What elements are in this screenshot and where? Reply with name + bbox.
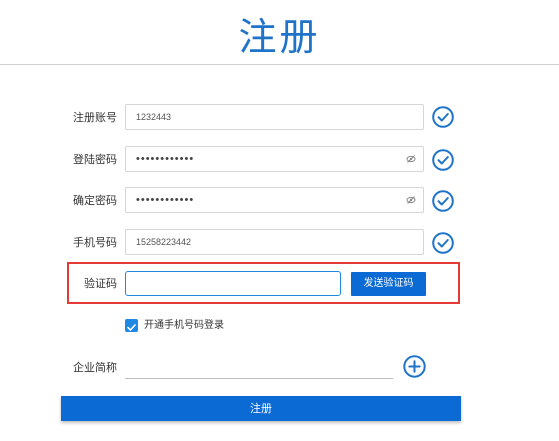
- company-label: 企业简称: [73, 361, 117, 374]
- password-label: 登陆密码: [73, 153, 117, 166]
- password-value: ••••••••••••: [136, 153, 195, 165]
- phone-value: 15258223442: [136, 237, 192, 247]
- verify-code-input[interactable]: [125, 271, 341, 296]
- register-button[interactable]: 注册: [61, 396, 461, 421]
- eye-slash-icon[interactable]: [406, 195, 416, 205]
- confirm-password-value: ••••••••••••: [136, 194, 195, 206]
- account-label: 注册账号: [73, 111, 117, 124]
- confirm-password-field[interactable]: ••••••••••••: [125, 187, 424, 213]
- send-code-button[interactable]: 发送验证码: [351, 272, 426, 296]
- check-circle-icon: [432, 232, 454, 254]
- phone-label: 手机号码: [73, 236, 117, 249]
- password-field[interactable]: ••••••••••••: [125, 146, 424, 172]
- plus-circle-icon[interactable]: [403, 355, 426, 378]
- account-field[interactable]: 1232443: [125, 104, 424, 130]
- verify-code-label: 验证码: [84, 277, 117, 290]
- phone-field[interactable]: 15258223442: [125, 229, 424, 255]
- account-value: 1232443: [136, 112, 172, 122]
- confirm-password-label: 确定密码: [73, 194, 117, 207]
- phone-login-checkbox[interactable]: [125, 319, 138, 332]
- check-circle-icon: [432, 106, 454, 128]
- check-circle-icon: [432, 190, 454, 212]
- phone-login-label: 开通手机号码登录: [144, 320, 224, 331]
- eye-slash-icon[interactable]: [406, 154, 416, 164]
- company-input[interactable]: [125, 378, 393, 379]
- page-title: 注册: [238, 15, 321, 59]
- checkmark-icon: [127, 324, 136, 331]
- title-divider: [0, 64, 559, 65]
- check-circle-icon: [432, 149, 454, 171]
